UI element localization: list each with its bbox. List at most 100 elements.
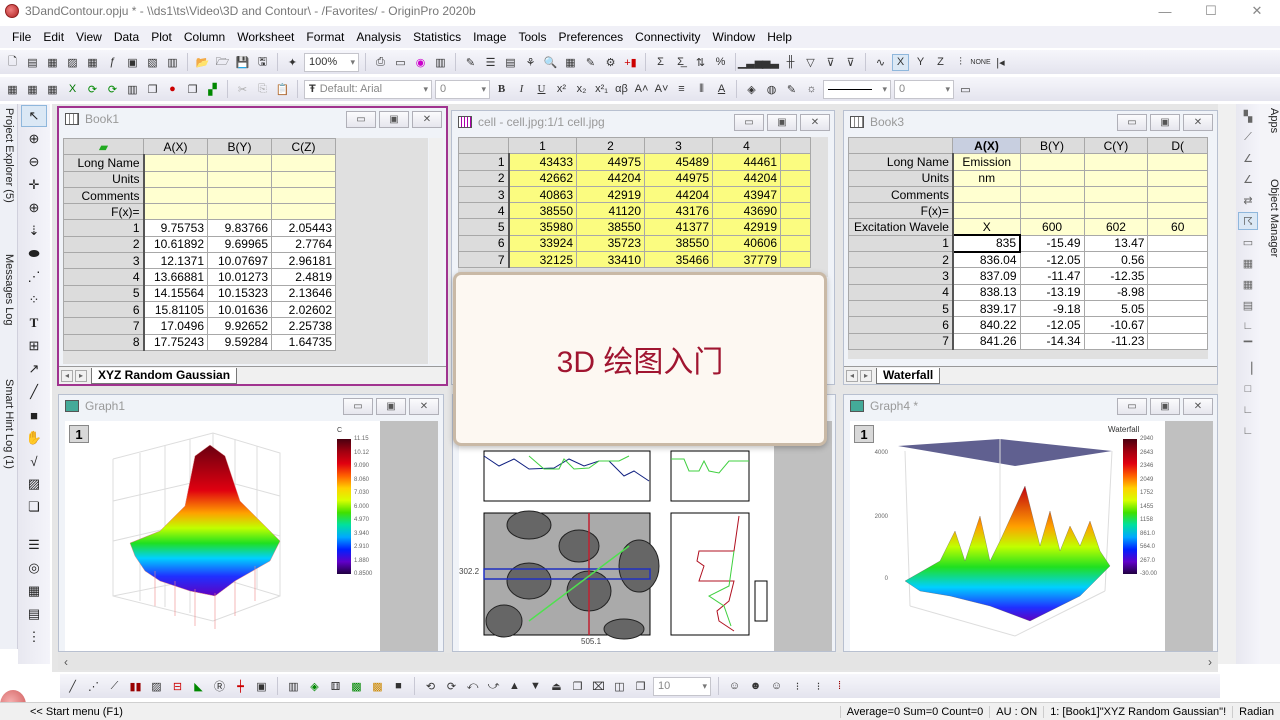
graph4-page[interactable]: 1 4000 2000 0 Waterfall 2940 2643 2346 2049… xyxy=(850,421,1165,651)
minimize-window-button[interactable]: ▭ xyxy=(346,111,376,128)
checker-icon[interactable]: ▚ xyxy=(1238,107,1258,125)
greek-icon[interactable]: αβ xyxy=(613,81,630,98)
column-header[interactable]: D( xyxy=(1147,137,1208,155)
corner-cell[interactable]: ▰ xyxy=(63,138,144,156)
data-cell[interactable]: 10.07697 xyxy=(207,252,272,270)
frame-right-icon[interactable]: ▕ xyxy=(1238,359,1258,377)
data-cell[interactable]: 2.4819 xyxy=(271,268,336,286)
data-cell[interactable] xyxy=(1147,299,1208,318)
next-sheet-button[interactable]: ▸ xyxy=(75,369,87,382)
data-cell[interactable]: 10.01273 xyxy=(207,268,272,286)
meta-cell[interactable]: 60 xyxy=(1147,218,1208,236)
data-cell[interactable]: 836.04 xyxy=(952,251,1021,269)
heatmap-icon[interactable]: ▩ xyxy=(369,678,386,695)
data-cell[interactable]: -12.05 xyxy=(1019,251,1085,269)
meta-cell[interactable] xyxy=(207,186,272,205)
meta-cell[interactable] xyxy=(1019,169,1085,187)
font-color-icon[interactable]: A xyxy=(713,81,730,98)
meta-cell[interactable] xyxy=(271,170,336,188)
meta-cell[interactable] xyxy=(1147,169,1208,187)
meta-cell[interactable] xyxy=(271,186,336,205)
settings-icon[interactable]: ⚙ xyxy=(602,54,619,71)
workspace-vscroll[interactable] xyxy=(1218,104,1236,664)
data-cell[interactable]: 44461 xyxy=(712,153,781,171)
cube-fill-icon[interactable]: ❒ xyxy=(632,678,649,695)
column-chart-icon[interactable]: ▅▃ xyxy=(762,54,779,71)
cell-graph-page[interactable]: 302.2 505.1 xyxy=(459,421,774,651)
data-cell[interactable]: -12.05 xyxy=(1019,316,1085,334)
data-cell[interactable]: 9.59284 xyxy=(207,333,272,351)
data-cell[interactable]: 837.09 xyxy=(952,267,1021,285)
row-header[interactable]: 8 xyxy=(63,333,145,351)
row-header[interactable]: 5 xyxy=(848,299,954,318)
data-cell[interactable]: 43176 xyxy=(644,202,713,220)
close-window-button[interactable]: ✕ xyxy=(409,398,439,415)
data-cell[interactable]: 43433 xyxy=(508,153,577,171)
data-cell[interactable]: 840.22 xyxy=(952,316,1021,334)
graph1-window[interactable]: Graph1 ▭ ▣ ✕ 1 C 11.15 10.12 9.090 8.060 7.030… xyxy=(58,394,444,652)
area-plot-icon[interactable]: ▨ xyxy=(148,678,165,695)
row-header[interactable]: 7 xyxy=(848,332,954,350)
frame-top-icon[interactable]: ▔ xyxy=(1238,338,1258,356)
text-tool-icon[interactable]: T xyxy=(21,312,47,334)
insert-graph-icon[interactable]: ▨ xyxy=(21,473,47,495)
filter-icon[interactable]: ▽ xyxy=(802,54,819,71)
close-window-button[interactable]: ✕ xyxy=(412,111,442,128)
scroll-right-icon[interactable]: › xyxy=(1208,655,1212,669)
supersubscript-icon[interactable]: x²₁ xyxy=(593,81,610,98)
data-cell[interactable]: 2.96181 xyxy=(271,252,336,270)
set-as-error-icon[interactable]: ⫶ xyxy=(952,54,969,71)
column-header[interactable]: B(Y) xyxy=(207,138,272,156)
menu-edit[interactable]: Edit xyxy=(37,30,70,44)
more-tools-icon[interactable]: ☰ xyxy=(21,534,47,556)
data-cell[interactable]: 2.02602 xyxy=(271,300,336,319)
decrease-font-icon[interactable]: A˅ xyxy=(653,81,670,98)
next-sheet-button[interactable]: ▸ xyxy=(860,369,872,382)
line-width-combo[interactable]: 0 xyxy=(894,79,954,99)
meta-cell[interactable] xyxy=(271,203,336,221)
screen-reader-icon[interactable]: ⊕ xyxy=(21,197,47,219)
data-cell[interactable]: 40863 xyxy=(508,185,577,204)
data-cell[interactable]: 32125 xyxy=(508,251,577,269)
line-symbol-icon[interactable]: ⟋ xyxy=(106,678,123,695)
restore-window-button[interactable]: ▣ xyxy=(1150,114,1180,131)
scroll-left-icon[interactable]: ‹ xyxy=(64,655,68,669)
percent-icon[interactable]: % xyxy=(712,54,729,71)
meta-cell[interactable]: nm xyxy=(952,169,1021,187)
menu-connectivity[interactable]: Connectivity xyxy=(629,30,706,44)
set-as-z-icon[interactable]: Z xyxy=(932,54,949,71)
paste-icon[interactable]: 📋 xyxy=(274,81,291,98)
book1-window[interactable]: Book1 ▭ ▣ ✕ ▰ A(X) B(Y) C(Z) Long Name Units Com… xyxy=(57,106,448,386)
data-cell[interactable]: 35723 xyxy=(576,234,645,253)
3d-bars-icon[interactable]: ▥ xyxy=(285,678,302,695)
new-graph-icon[interactable]: ▨ xyxy=(64,54,81,71)
data-cell[interactable]: 44975 xyxy=(644,169,713,187)
menu-preferences[interactable]: Preferences xyxy=(552,30,629,44)
sort-refresh-icon[interactable]: ⟳ xyxy=(104,81,121,98)
meta-cell[interactable]: 600 xyxy=(1019,218,1085,236)
pointer-tool-icon[interactable]: ↖ xyxy=(21,105,47,127)
subscript-icon[interactable]: x₂ xyxy=(573,81,590,98)
box-plot-icon[interactable]: ⊟ xyxy=(169,678,186,695)
column-plot-icon[interactable]: ▮▮ xyxy=(127,678,144,695)
sort-icon[interactable]: ⇅ xyxy=(692,54,709,71)
template-library-icon[interactable]: ▣ xyxy=(253,678,270,695)
data-cell[interactable]: 9.69965 xyxy=(207,235,272,254)
meta-cell[interactable] xyxy=(143,186,208,205)
statistics-icon[interactable]: Σ̲ xyxy=(672,54,689,71)
hide-mask-icon[interactable]: ⁝ xyxy=(810,678,827,695)
ruler-tool-icon[interactable]: ⋮ xyxy=(21,626,47,648)
data-cell[interactable]: 2.13646 xyxy=(271,284,336,302)
import-multiple-icon[interactable]: ❐ xyxy=(184,81,201,98)
command-window-icon[interactable]: ▤ xyxy=(502,54,519,71)
align-left-icon[interactable]: |◂ xyxy=(992,54,1009,71)
scatter-points-icon[interactable]: ⁘ xyxy=(21,289,47,311)
script-window-icon[interactable]: ☰ xyxy=(482,54,499,71)
data-cell[interactable]: 1.64735 xyxy=(271,333,336,351)
new-folder-icon[interactable]: ▤ xyxy=(24,54,41,71)
menu-help[interactable]: Help xyxy=(761,30,798,44)
open-icon[interactable]: 📂 xyxy=(194,54,211,71)
scatter-plot-icon[interactable]: ⋰ xyxy=(85,678,102,695)
data-cell[interactable]: 10.15323 xyxy=(207,284,272,302)
fill-random-icon[interactable]: ▦ xyxy=(44,81,61,98)
